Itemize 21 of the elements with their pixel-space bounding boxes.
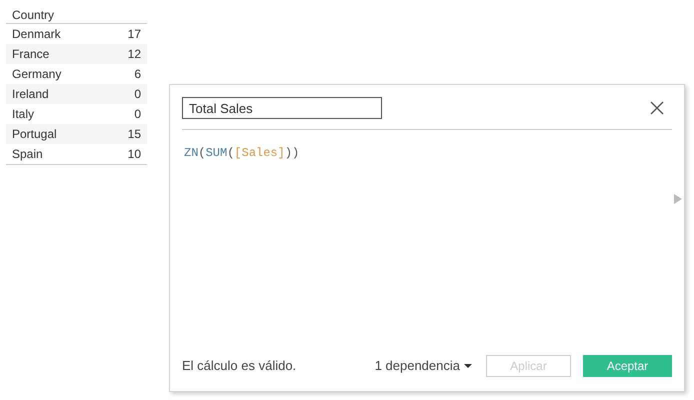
table-cell-text: Denmark (12, 26, 61, 43)
table-cell-text: 10 (128, 146, 141, 163)
table-cell-text: 6 (134, 66, 141, 83)
name-input-field[interactable]: Total Sales (182, 97, 382, 119)
caret-icon (464, 364, 472, 368)
table-cell-text: France (12, 46, 50, 63)
dependencies-dropdown[interactable]: 1 dependencia (374, 356, 472, 376)
table-cell-text: Italy (12, 106, 34, 123)
column-header: Country (6, 6, 147, 24)
table-cell-text: 0 (134, 106, 141, 123)
table-cell-text: Spain (12, 146, 43, 163)
table-cell-text: 12 (128, 46, 141, 63)
status-text: El cálculo es válido. (182, 357, 296, 376)
table-cell-text: Germany (12, 66, 62, 83)
table-cell-text: Ireland (12, 86, 49, 103)
table-cell-text: Portugal (12, 126, 57, 143)
table-cell-text: 15 (128, 126, 141, 143)
table-cell-text: 0 (134, 86, 141, 103)
table-cell-text: 17 (128, 26, 141, 43)
formula-text[interactable]: ZN(SUM([Sales])) (184, 144, 670, 162)
close-icon[interactable] (650, 101, 664, 115)
